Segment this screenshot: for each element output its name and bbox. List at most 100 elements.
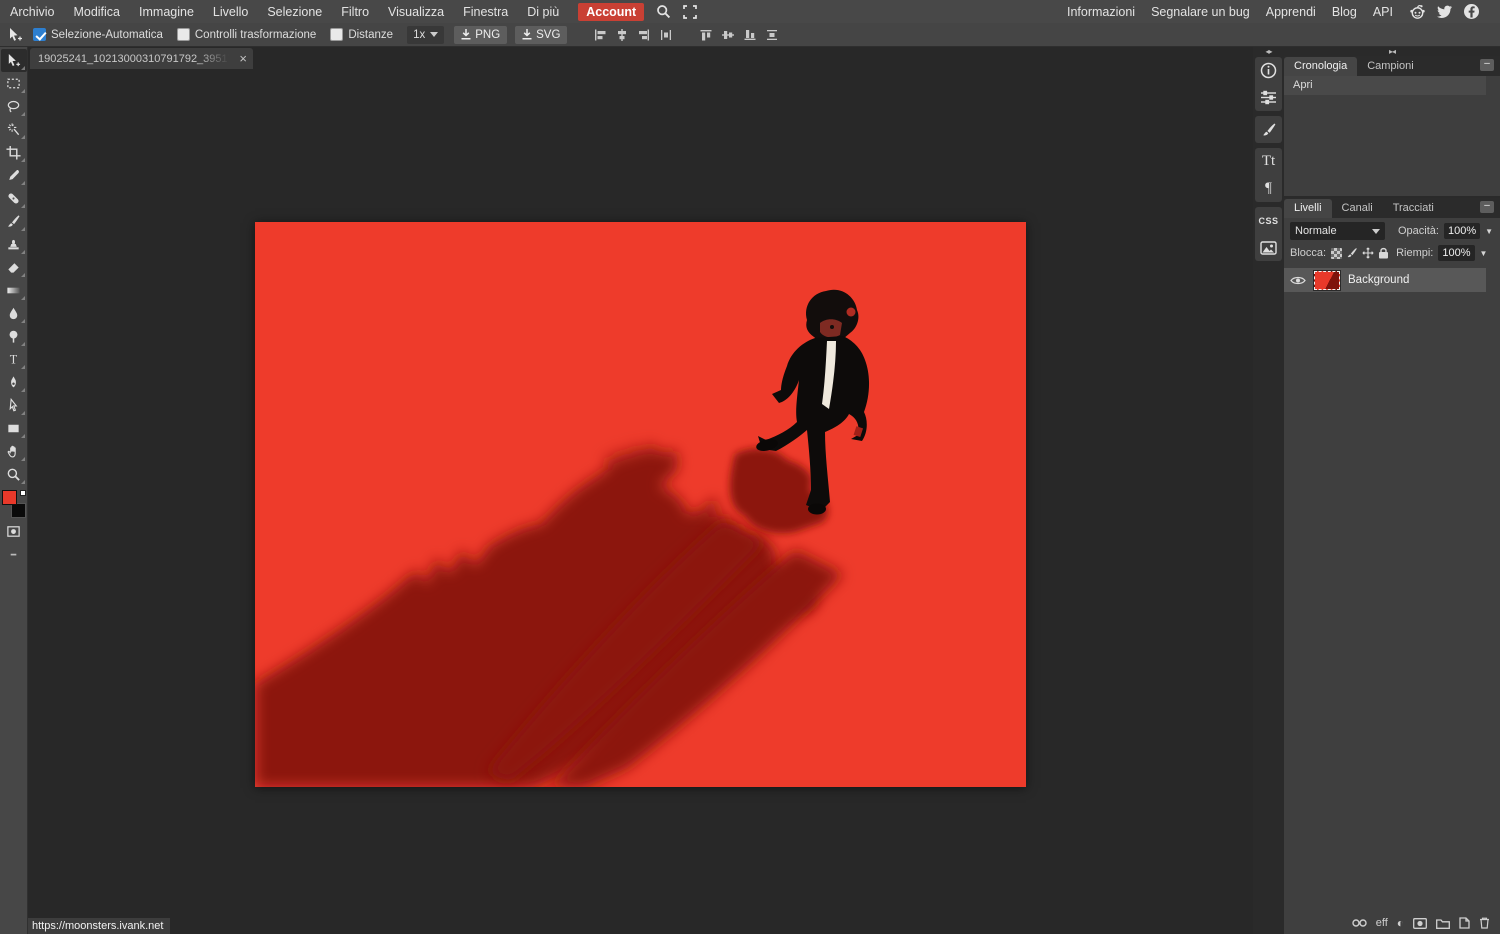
lock-all-icon[interactable] — [1378, 247, 1389, 259]
new-folder-icon[interactable] — [1436, 918, 1450, 929]
fullscreen-icon[interactable] — [683, 5, 697, 19]
clone-stamp-tool[interactable] — [1, 233, 27, 256]
history-entry-apri[interactable]: Apri — [1284, 76, 1486, 95]
link-layers-icon[interactable] — [1352, 919, 1367, 927]
layer-visibility-eye-icon[interactable] — [1290, 275, 1306, 286]
distribute-v-icon[interactable] — [765, 28, 779, 42]
menu-apprendi[interactable]: Apprendi — [1266, 5, 1316, 19]
dodge-tool[interactable] — [1, 325, 27, 348]
brush-tool[interactable] — [1, 210, 27, 233]
layer-row-background[interactable]: Background — [1284, 268, 1486, 292]
crop-tool[interactable] — [1, 141, 27, 164]
menu-segnalare-bug[interactable]: Segnalare un bug — [1151, 5, 1250, 19]
zoom-tool[interactable] — [1, 463, 27, 486]
eyedropper-tool[interactable] — [1, 164, 27, 187]
align-top-icon[interactable] — [699, 28, 713, 42]
tab-tracciati[interactable]: Tracciati — [1383, 199, 1444, 218]
foreground-color-swatch[interactable] — [2, 490, 17, 505]
export-scale-select[interactable]: 1x — [407, 26, 444, 44]
magic-wand-tool[interactable] — [1, 118, 27, 141]
account-button[interactable]: Account — [578, 3, 644, 21]
canvas[interactable] — [255, 222, 1026, 787]
minimize-panel-button[interactable]: – — [1480, 59, 1494, 71]
checkbox-unchecked[interactable] — [177, 28, 190, 41]
spot-heal-tool[interactable] — [1, 187, 27, 210]
menu-api[interactable]: API — [1373, 5, 1393, 19]
align-right-icon[interactable] — [637, 28, 651, 42]
new-layer-icon[interactable] — [1459, 917, 1470, 929]
collapse-panels-icon[interactable]: ▸◂ — [1284, 47, 1500, 56]
menu-modifica[interactable]: Modifica — [73, 5, 120, 19]
menu-immagine[interactable]: Immagine — [139, 5, 194, 19]
lock-position-icon[interactable] — [1362, 247, 1374, 259]
twitter-icon[interactable] — [1436, 3, 1453, 20]
fill-input[interactable]: 100% — [1438, 245, 1474, 261]
menu-di-piu[interactable]: Di più — [527, 5, 559, 19]
checkbox-checked[interactable] — [33, 28, 46, 41]
align-middle-v-icon[interactable] — [721, 28, 735, 42]
color-swatches[interactable] — [2, 490, 26, 518]
tab-livelli[interactable]: Livelli — [1284, 199, 1332, 218]
distances-checkbox[interactable]: Distanze — [330, 28, 393, 41]
delete-layer-icon[interactable] — [1479, 917, 1490, 929]
gradient-tool[interactable] — [1, 279, 27, 302]
adjustment-layer-icon[interactable]: ◐ — [1397, 916, 1404, 930]
info-panel-icon[interactable] — [1255, 57, 1282, 84]
lock-pixels-icon[interactable] — [1346, 247, 1358, 259]
layer-mask-icon[interactable] — [1413, 918, 1427, 929]
fill-slider-icon[interactable]: ▼ — [1480, 249, 1488, 258]
eraser-tool[interactable] — [1, 256, 27, 279]
more-tools-button[interactable] — [1, 543, 27, 566]
opacity-slider-icon[interactable]: ▼ — [1485, 227, 1493, 236]
menu-filtro[interactable]: Filtro — [341, 5, 369, 19]
blend-mode-select[interactable]: Normale — [1290, 222, 1385, 240]
minimize-panel-button[interactable]: – — [1480, 201, 1494, 213]
facebook-icon[interactable] — [1463, 3, 1480, 20]
adjustments-panel-icon[interactable] — [1255, 84, 1282, 111]
menu-selezione[interactable]: Selezione — [267, 5, 322, 19]
quick-mask-tool[interactable] — [1, 520, 27, 543]
tab-canali[interactable]: Canali — [1332, 199, 1383, 218]
checkbox-unchecked[interactable] — [330, 28, 343, 41]
reddit-icon[interactable] — [1409, 3, 1426, 20]
distribute-h-icon[interactable] — [659, 28, 673, 42]
image-panel-icon[interactable] — [1255, 234, 1282, 261]
menu-livello[interactable]: Livello — [213, 5, 248, 19]
lasso-tool[interactable] — [1, 95, 27, 118]
hand-tool[interactable] — [1, 440, 27, 463]
background-color-swatch[interactable] — [11, 503, 26, 518]
menu-informazioni[interactable]: Informazioni — [1067, 5, 1135, 19]
character-panel-icon[interactable]: Tt — [1255, 148, 1282, 175]
brush-panel-icon[interactable] — [1255, 116, 1282, 143]
opacity-input[interactable]: 100% — [1444, 223, 1480, 239]
rectangle-select-tool[interactable] — [1, 72, 27, 95]
path-select-tool[interactable] — [1, 394, 27, 417]
rectangle-shape-tool[interactable] — [1, 417, 27, 440]
align-center-h-icon[interactable] — [615, 28, 629, 42]
transform-controls-checkbox[interactable]: Controlli trasformazione — [177, 28, 316, 41]
default-colors-icon[interactable] — [20, 490, 26, 496]
menu-finestra[interactable]: Finestra — [463, 5, 508, 19]
blur-tool[interactable] — [1, 302, 27, 325]
document-tab[interactable]: 19025241_10213000310791792_39517152 × — [30, 48, 253, 69]
menu-visualizza[interactable]: Visualizza — [388, 5, 444, 19]
close-tab-icon[interactable]: × — [233, 51, 247, 66]
collapse-rail-icon[interactable]: ◂▸ — [1265, 47, 1271, 57]
move-tool[interactable] — [1, 49, 27, 72]
export-png-button[interactable]: PNG — [454, 26, 507, 44]
layer-thumbnail[interactable] — [1314, 271, 1340, 290]
menu-archivio[interactable]: Archivio — [10, 5, 54, 19]
paragraph-panel-icon[interactable]: ¶ — [1255, 175, 1282, 202]
type-tool[interactable]: T — [1, 348, 27, 371]
menu-blog[interactable]: Blog — [1332, 5, 1357, 19]
layer-effects-button[interactable]: eff — [1376, 917, 1388, 929]
tab-cronologia[interactable]: Cronologia — [1284, 57, 1357, 76]
align-left-icon[interactable] — [593, 28, 607, 42]
css-panel-icon[interactable]: CSS — [1255, 207, 1282, 234]
search-icon[interactable] — [656, 4, 671, 19]
tab-campioni[interactable]: Campioni — [1357, 57, 1423, 76]
export-svg-button[interactable]: SVG — [515, 26, 567, 44]
pen-tool[interactable] — [1, 371, 27, 394]
align-bottom-icon[interactable] — [743, 28, 757, 42]
lock-transparency-icon[interactable] — [1331, 248, 1342, 259]
